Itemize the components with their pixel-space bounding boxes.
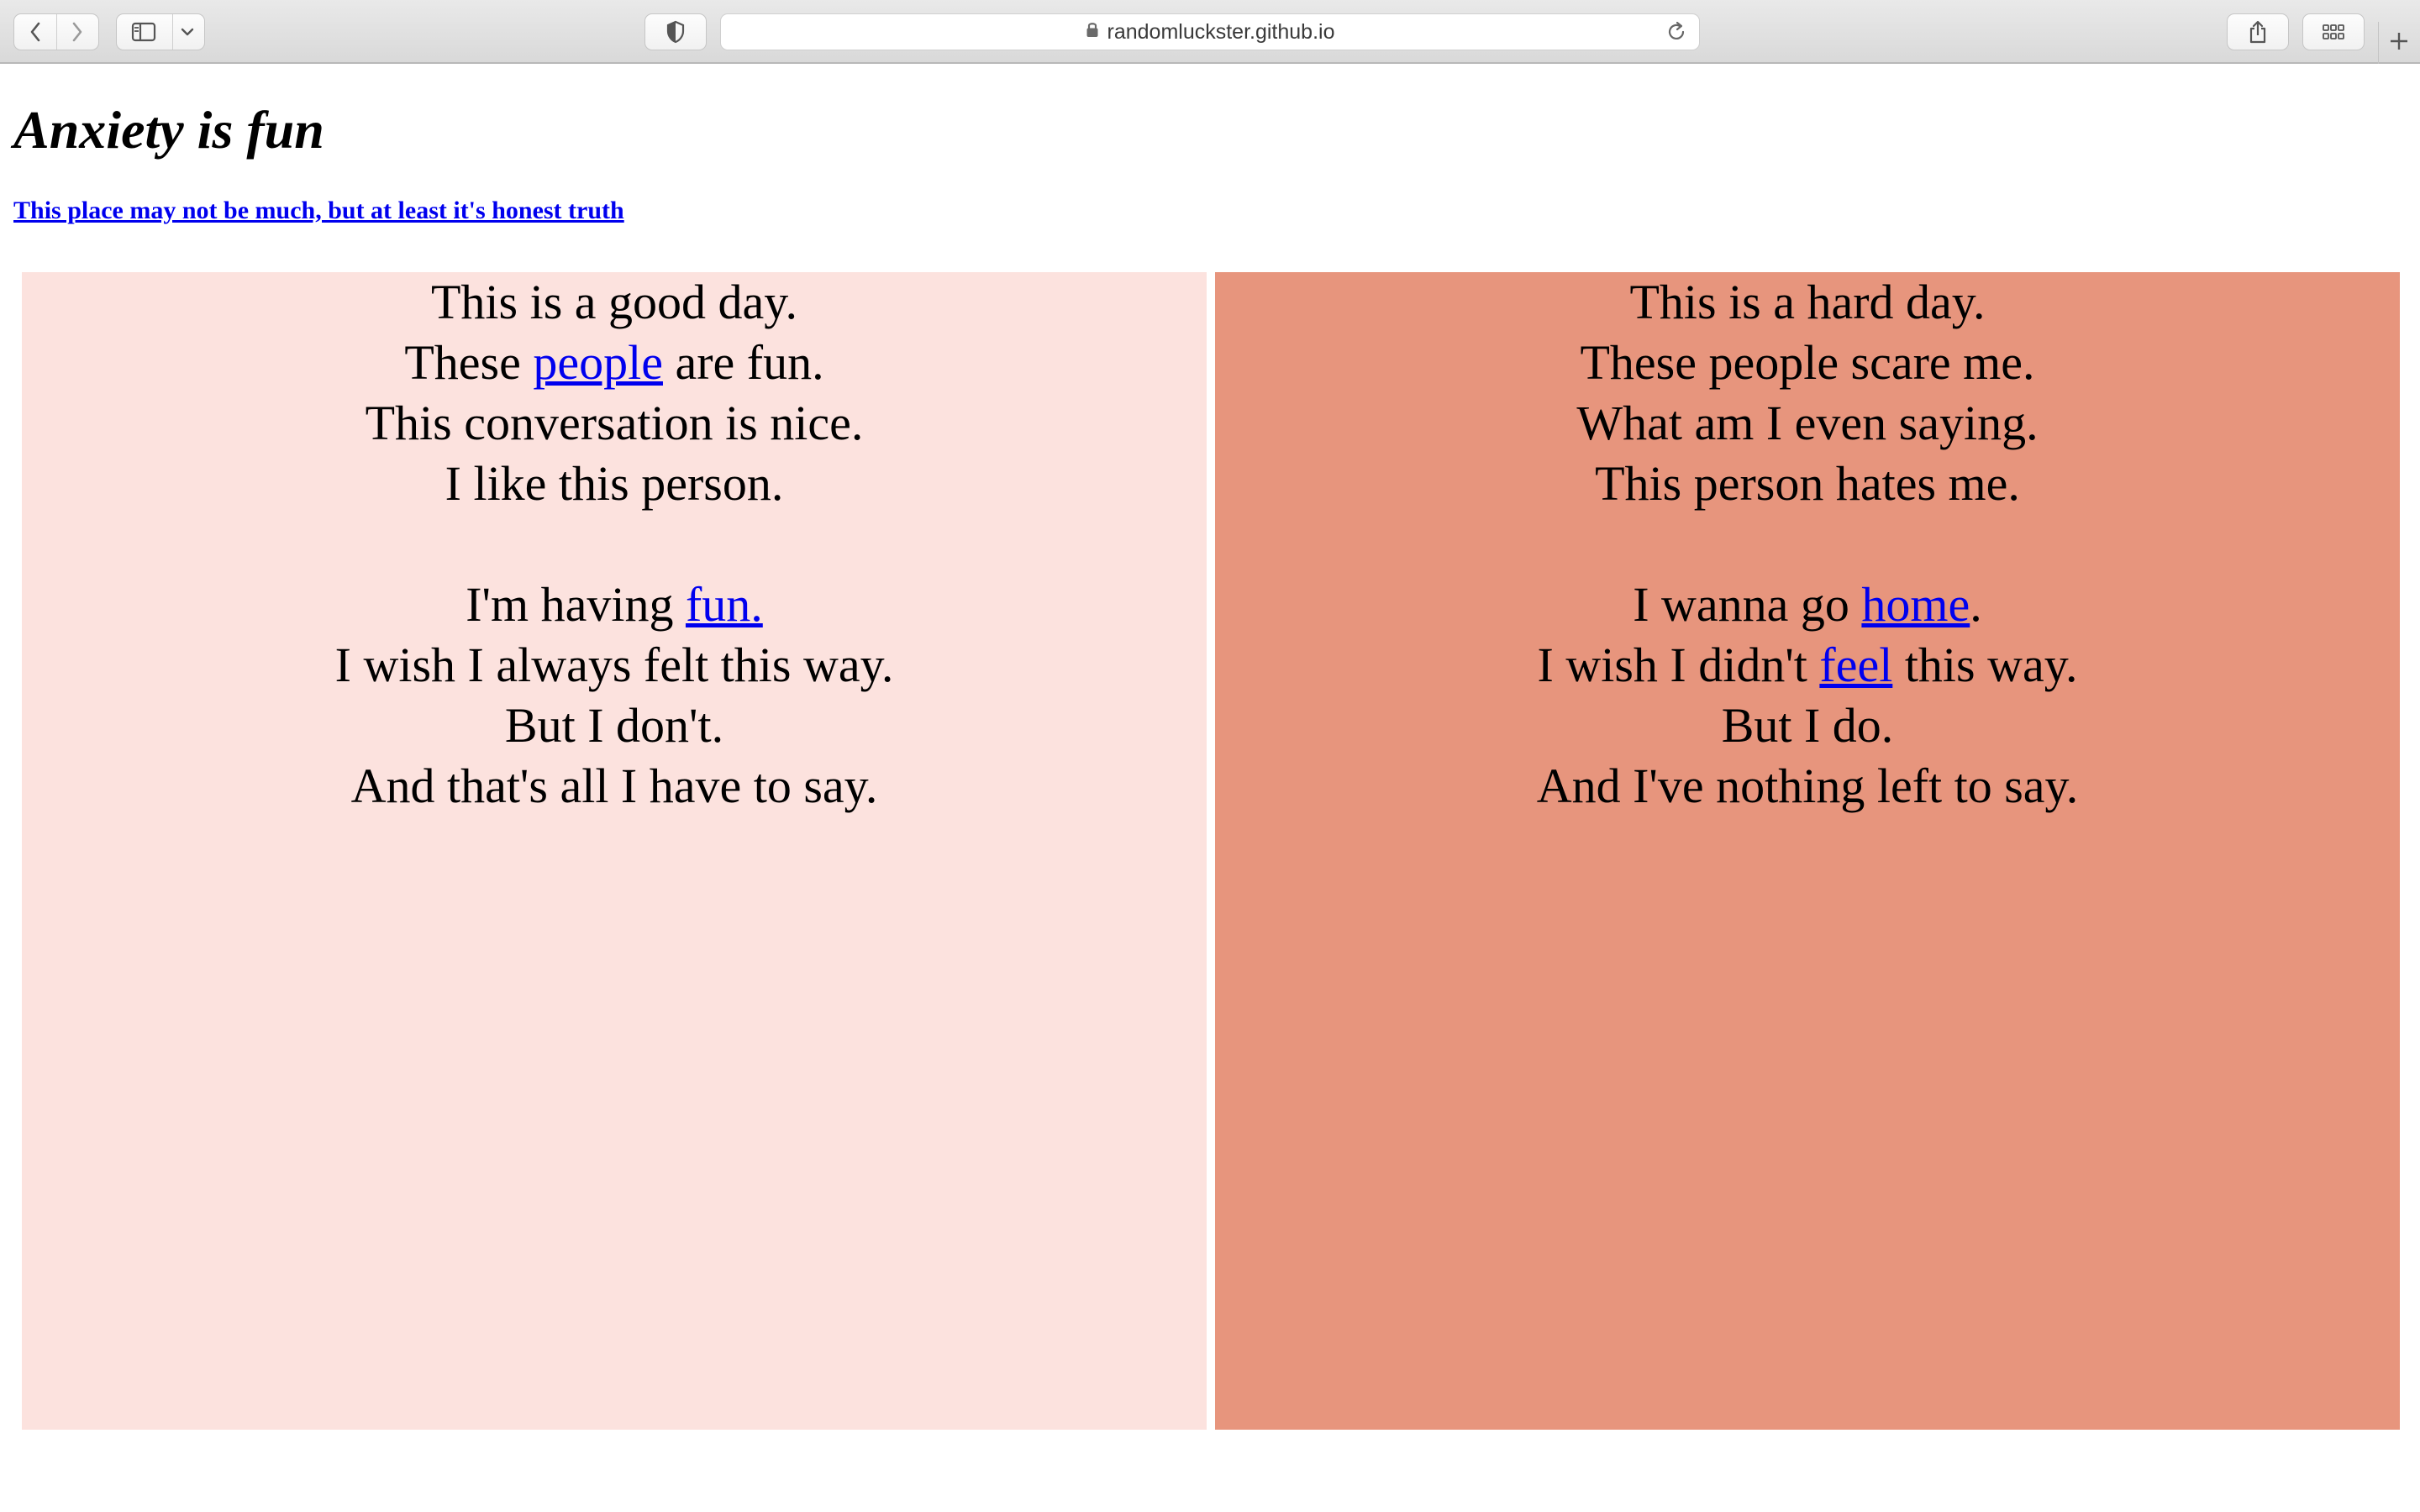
poem-line: What am I even saying.: [1576, 396, 2039, 450]
good-day-panel: This is a good day. These people are fun…: [22, 272, 1207, 1430]
url-text: randomluckster.github.io: [1107, 19, 1335, 44]
back-forward-group: [13, 13, 99, 50]
home-link[interactable]: home: [1861, 577, 1970, 632]
privacy-report-button[interactable]: [644, 13, 707, 50]
page-title: Anxiety is fun: [13, 100, 324, 160]
poem-text: I wish I didn't: [1537, 638, 1820, 692]
feel-link[interactable]: feel: [1819, 638, 1892, 692]
poem-line: I wanna go home.: [1215, 575, 2400, 635]
poem-text: .: [1970, 577, 1982, 632]
hard-day-poem: This is a hard day. These people scare m…: [1215, 272, 2400, 816]
poem-text: These: [404, 335, 534, 390]
poem-line: I wish I didn't feel this way.: [1215, 635, 2400, 696]
poem-line: These people are fun.: [22, 333, 1207, 393]
address-content: randomluckster.github.io: [721, 14, 1699, 50]
poem-text: I'm having: [466, 577, 686, 632]
new-tab-button[interactable]: [2378, 22, 2419, 64]
stanza-break: [1215, 514, 2400, 575]
stanza-break: [22, 514, 1207, 575]
poem-line: I like this person.: [445, 456, 784, 511]
poem-text: this way.: [1892, 638, 2078, 692]
poem-line: This is a good day.: [430, 275, 798, 329]
forward-icon[interactable]: [56, 14, 98, 50]
chevron-down-icon[interactable]: [171, 14, 204, 50]
plus-icon: [2389, 31, 2409, 55]
poem-line: This is a hard day.: [1629, 275, 1986, 329]
subtitle-link[interactable]: This place may not be much, but at least…: [13, 197, 624, 224]
shield-icon: [666, 20, 686, 44]
poem-line: But I don't.: [504, 698, 724, 753]
hard-day-panel: This is a hard day. These people scare m…: [1215, 272, 2400, 1430]
sidebar-button-group: [116, 13, 205, 50]
poem-line: But I do.: [1721, 698, 1894, 753]
good-day-poem: This is a good day. These people are fun…: [22, 272, 1207, 816]
page-subtitle: This place may not be much, but at least…: [13, 197, 624, 225]
poem-line: I'm having fun.: [22, 575, 1207, 635]
tab-overview-button[interactable]: [2302, 13, 2365, 50]
sidebar-icon[interactable]: [117, 14, 171, 50]
browser-toolbar: randomluckster.github.io: [0, 0, 2420, 64]
poem-line: And I've nothing left to say.: [1536, 759, 2079, 813]
lock-icon: [1086, 20, 1099, 45]
poem-text: are fun.: [662, 335, 824, 390]
people-link[interactable]: people: [533, 335, 663, 390]
fun-link[interactable]: fun.: [686, 577, 763, 632]
poem-text: I wanna go: [1633, 577, 1862, 632]
address-bar[interactable]: randomluckster.github.io: [720, 13, 1700, 50]
reload-icon[interactable]: [1665, 21, 1687, 47]
poem-line: This person hates me.: [1595, 456, 2020, 511]
poem-line: I wish I always felt this way.: [334, 638, 894, 692]
back-icon[interactable]: [14, 14, 56, 50]
poem-line: These people scare me.: [1580, 335, 2035, 390]
share-icon: [2248, 19, 2268, 45]
poem-line: This conversation is nice.: [365, 396, 864, 450]
web-page: Anxiety is fun This place may not be muc…: [0, 64, 2420, 1512]
tab-overview-icon: [2322, 24, 2345, 40]
share-button[interactable]: [2227, 13, 2289, 50]
poem-line: And that's all I have to say.: [350, 759, 878, 813]
